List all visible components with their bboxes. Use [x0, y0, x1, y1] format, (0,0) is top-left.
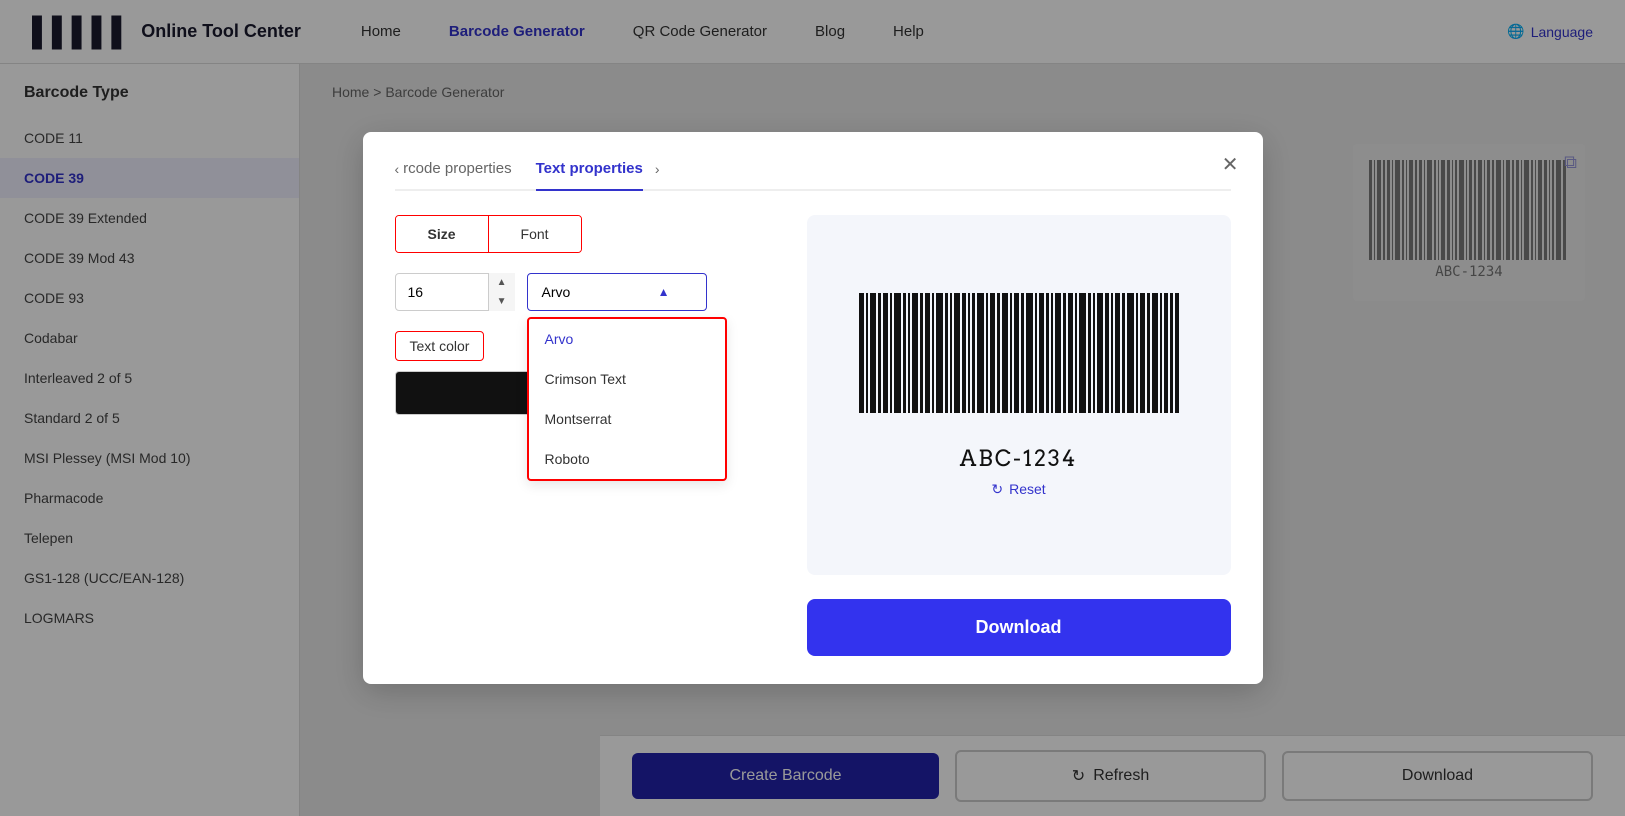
size-font-tabs: Size Font [395, 215, 582, 253]
size-spinners: ▲ ▼ [488, 273, 515, 311]
barcode-svg-area: ABC-1234 [859, 293, 1179, 473]
modal-dialog: ✕ ‹ rcode properties Text properties › S… [363, 132, 1263, 684]
barcode-preview-box: ABC-1234 ↻ Reset [807, 215, 1231, 575]
size-decrement-button[interactable]: ▼ [489, 292, 515, 311]
chevron-up-icon: ▲ [658, 285, 670, 299]
reset-icon: ↻ [991, 481, 1003, 498]
font-option-montserrat[interactable]: Montserrat [529, 399, 725, 439]
modal-download-button[interactable]: Download [807, 599, 1231, 656]
modal-right-panel: ABC-1234 ↻ Reset Download [807, 215, 1231, 656]
font-selected-label: Arvo [542, 284, 571, 300]
tab-prev-arrow[interactable]: ‹ [395, 161, 400, 189]
reset-button[interactable]: ↻ Reset [991, 481, 1045, 498]
size-font-row: ▲ ▼ Arvo ▲ Arvo Crimson Text [395, 273, 775, 311]
tab-text-properties[interactable]: Text properties [536, 160, 643, 191]
font-option-arvo[interactable]: Arvo [529, 319, 725, 359]
modal-overlay[interactable]: ✕ ‹ rcode properties Text properties › S… [0, 0, 1625, 816]
font-dropdown-menu: Arvo Crimson Text Montserrat Roboto [527, 317, 727, 481]
text-color-label: Text color [395, 331, 485, 361]
reset-label: Reset [1009, 481, 1046, 497]
size-input-wrapper: ▲ ▼ [395, 273, 515, 311]
font-dropdown-wrapper: Arvo ▲ Arvo Crimson Text Montserrat Robo… [527, 273, 707, 311]
tab-size[interactable]: Size [396, 216, 488, 252]
size-increment-button[interactable]: ▲ [489, 273, 515, 292]
font-dropdown-trigger[interactable]: Arvo ▲ [527, 273, 707, 311]
barcode-preview-svg [859, 293, 1179, 440]
modal-close-button[interactable]: ✕ [1222, 152, 1239, 177]
tab-font[interactable]: Font [489, 216, 581, 252]
font-option-crimson[interactable]: Crimson Text [529, 359, 725, 399]
barcode-text-label: ABC-1234 [960, 446, 1078, 473]
modal-left-panel: Size Font ▲ ▼ [395, 215, 775, 656]
tab-next-arrow[interactable]: › [655, 161, 660, 189]
modal-body: Size Font ▲ ▼ [395, 215, 1231, 656]
modal-tabs: ‹ rcode properties Text properties › [395, 160, 1231, 191]
font-option-roboto[interactable]: Roboto [529, 439, 725, 479]
tab-barcode-properties[interactable]: rcode properties [403, 160, 511, 189]
